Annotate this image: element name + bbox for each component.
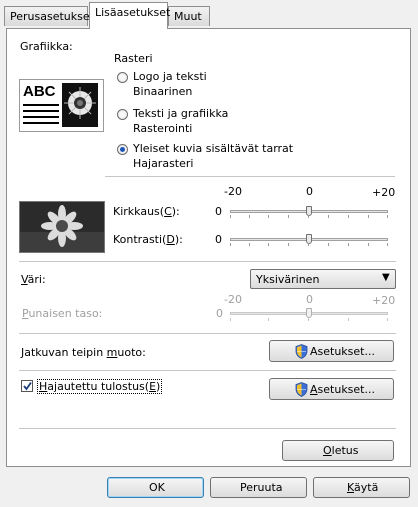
sunflower-thumbnail <box>62 83 98 127</box>
color-dropdown[interactable]: Yksivärinen ▼ <box>250 269 396 289</box>
brightness-label: Kirkkaus(C): <box>113 205 180 218</box>
radio-general-images[interactable] <box>117 144 128 155</box>
red-scale-mid: 0 <box>306 293 313 306</box>
rasteri-heading: Rasteri <box>114 52 153 65</box>
preview-text: ABC <box>23 83 56 100</box>
apply-button[interactable]: Käytä <box>313 477 410 498</box>
distributed-printing-checkbox[interactable] <box>21 380 33 392</box>
contrast-slider-thumb[interactable] <box>306 234 312 244</box>
contrast-label: Kontrasti(D): <box>113 233 183 246</box>
chevron-down-icon: ▼ <box>382 272 390 283</box>
option-logo-text-sub: Binaarinen <box>133 85 193 98</box>
distributed-printing-label: Hajautettu tulostus(E) <box>37 379 163 394</box>
shield-icon <box>295 382 308 397</box>
option-text-graphics-title: Teksti ja grafiikka <box>133 107 229 120</box>
cancel-button[interactable]: Peruuta <box>210 477 307 498</box>
divider <box>105 176 395 177</box>
brightness-value: 0 <box>215 205 222 218</box>
contrast-value: 0 <box>215 233 222 246</box>
continuous-tape-settings-label: Asetukset... <box>310 345 375 358</box>
distributed-printing-settings-label: Asetukset... <box>310 383 375 396</box>
red-level-value: 0 <box>216 307 223 320</box>
apply-button-label: Käytä <box>347 481 379 494</box>
scale-min: -20 <box>224 185 242 198</box>
option-general-images-sub: Hajarasteri <box>133 157 194 170</box>
graphics-label: Grafiikka: <box>20 40 73 53</box>
defaults-button[interactable]: Oletus <box>282 440 394 461</box>
radio-logo-text[interactable] <box>117 72 128 83</box>
ok-button-label: OK <box>149 481 165 494</box>
defaults-button-label: Oletus <box>323 444 359 457</box>
brightness-slider-thumb[interactable] <box>306 206 312 216</box>
divider <box>19 261 396 262</box>
radio-text-graphics[interactable] <box>117 109 128 120</box>
checkmark-icon <box>23 381 32 391</box>
divider <box>19 370 396 371</box>
red-scale-max: +20 <box>372 294 396 307</box>
tab-basic-settings[interactable]: Perusasetukset <box>4 6 94 26</box>
shield-icon <box>295 344 308 359</box>
scale-mid: 0 <box>306 185 313 198</box>
red-level-label: Punaisen taso: <box>22 307 103 320</box>
adjust-preview-image <box>19 201 105 253</box>
continuous-tape-label: Jatkuvan teipin muoto: <box>21 346 146 359</box>
option-general-images-title: Yleiset kuvia sisältävät tarrat <box>133 142 294 155</box>
scale-max: +20 <box>372 186 396 199</box>
divider <box>19 428 396 429</box>
tab-strip: Perusasetukset Lisäasetukset Muut <box>0 0 418 30</box>
ok-button[interactable]: OK <box>107 477 204 498</box>
continuous-tape-settings-button[interactable]: Asetukset... <box>269 340 394 362</box>
tab-advanced-settings[interactable]: Lisäasetukset <box>89 2 170 29</box>
red-scale-min: -20 <box>224 293 242 306</box>
color-label: Väri: <box>21 273 46 286</box>
tab-other[interactable]: Muut <box>168 6 210 26</box>
cancel-button-label: Peruuta <box>240 481 283 494</box>
option-logo-text-title: Logo ja teksti <box>133 70 207 83</box>
option-text-graphics-sub: Rasterointi <box>133 122 193 135</box>
distributed-printing-settings-button[interactable]: Asetukset... <box>269 378 394 400</box>
divider <box>19 333 396 334</box>
color-dropdown-value: Yksivärinen <box>256 273 320 286</box>
red-level-slider-thumb[interactable] <box>306 308 312 318</box>
graphics-preview: ABC <box>19 79 104 132</box>
